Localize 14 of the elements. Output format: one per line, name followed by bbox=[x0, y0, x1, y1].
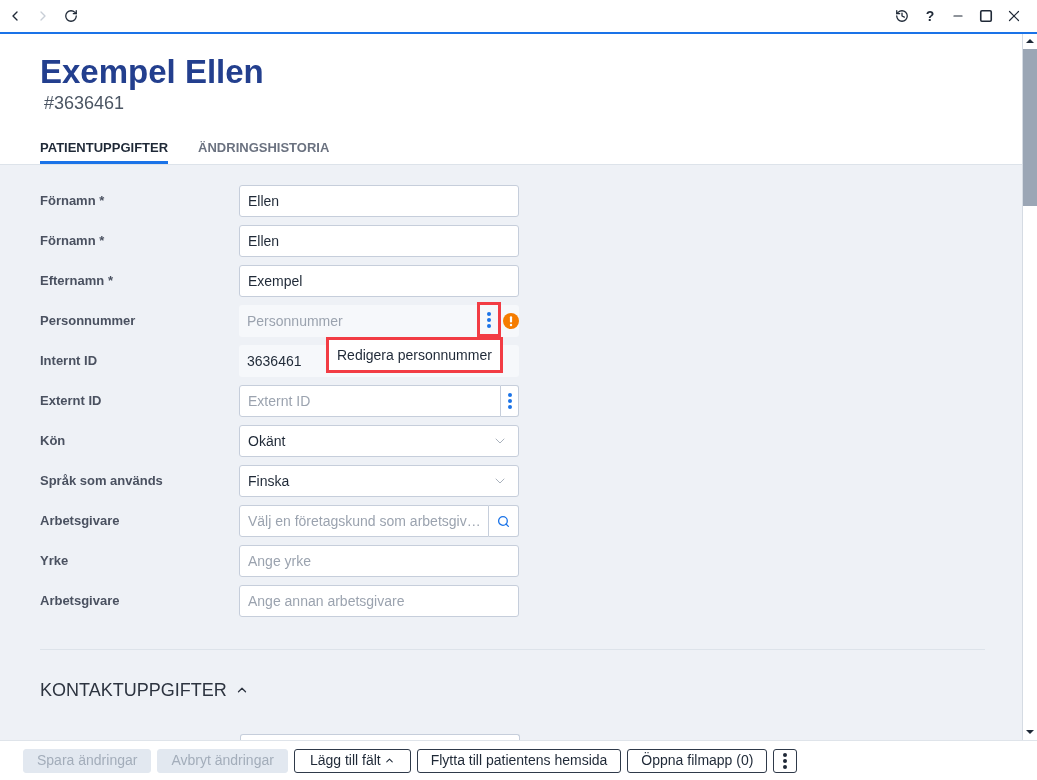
field-label: Förnamn * bbox=[40, 192, 106, 211]
field-label: Yrke bbox=[40, 552, 70, 571]
field-label: Externt ID bbox=[40, 392, 103, 411]
patient-number: #3636461 bbox=[44, 92, 125, 114]
field-label: Kön bbox=[40, 432, 67, 451]
field-label: Arbetsgivare bbox=[40, 512, 121, 531]
field-label: Personnummer bbox=[40, 312, 137, 331]
field-label: Efternamn * bbox=[40, 272, 114, 291]
field-label: Internt ID bbox=[40, 352, 99, 371]
field-label: Förnamn * bbox=[40, 232, 106, 251]
field-label: Arbetsgivare bbox=[40, 592, 121, 611]
patient-name: Exempel Ellen bbox=[40, 52, 264, 92]
tooltip: Redigera personnummer bbox=[326, 337, 503, 373]
field-label: Språk som används bbox=[40, 472, 164, 491]
